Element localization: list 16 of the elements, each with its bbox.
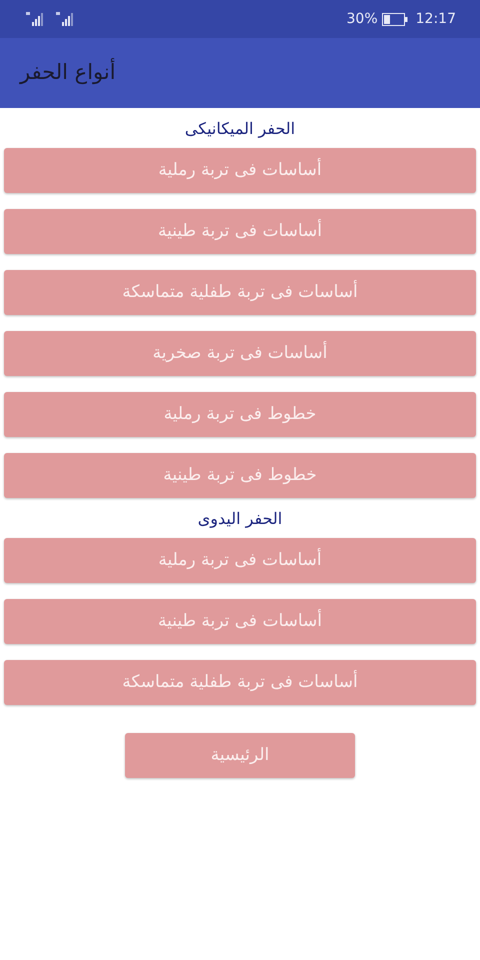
app-title: أنواع الحفر [20,57,116,86]
battery-icon [382,12,408,26]
battery-percentage: 30% [346,10,378,28]
menu-button[interactable]: أساسات فى تربة رملية [4,538,476,583]
menu-button[interactable]: أساسات فى تربة صخرية [4,331,476,376]
menu-button[interactable]: أساسات فى تربة طينية [4,209,476,254]
menu-button[interactable]: أساسات فى تربة طفلية متماسكة [4,270,476,315]
menu-button[interactable]: أساسات فى تربة رملية [4,148,476,193]
home-button[interactable]: الرئيسية [125,733,355,778]
status-time: 12:17 [416,10,456,28]
menu-button[interactable]: أساسات فى تربة طفلية متماسكة [4,660,476,705]
section-heading: الحفر الميكانيكى [184,118,296,140]
menu-button[interactable]: أساسات فى تربة طينية [4,599,476,644]
menu-button[interactable]: خطوط فى تربة طينية [4,453,476,498]
section-heading: الحفر اليدوى [198,508,282,530]
menu-button[interactable]: خطوط فى تربة رملية [4,392,476,437]
